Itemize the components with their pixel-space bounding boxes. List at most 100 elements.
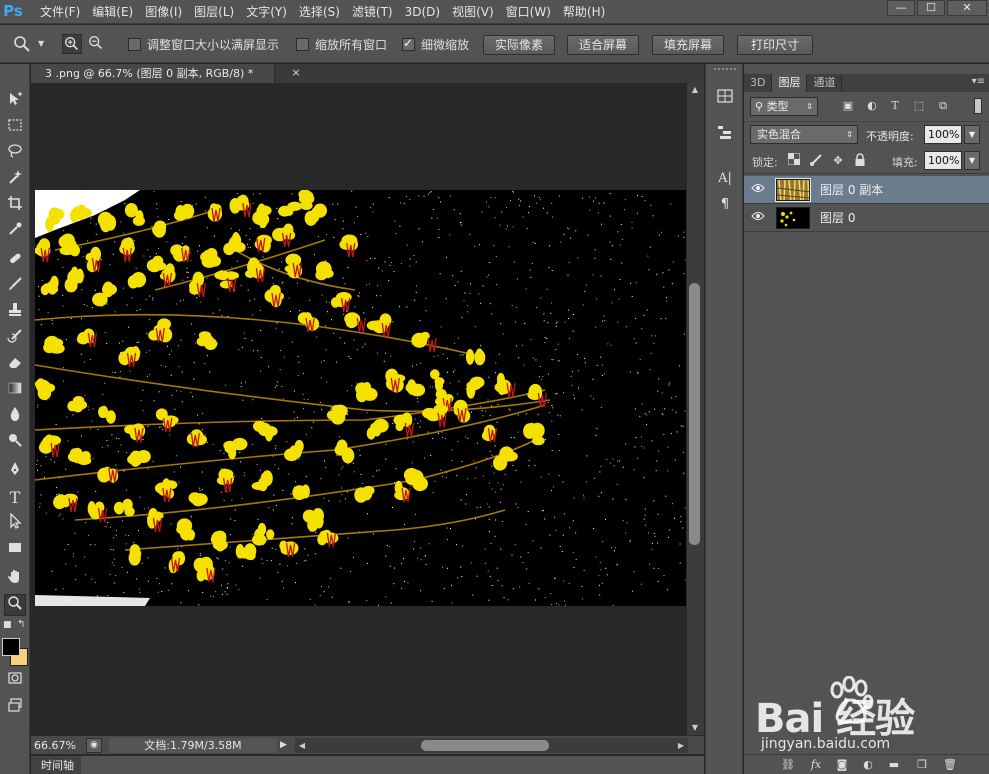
timeline-tab[interactable]: 时间轴 — [31, 756, 81, 774]
filter-adjustment-icon[interactable]: ◐ — [864, 98, 880, 114]
healing-brush-tool-icon[interactable] — [4, 250, 26, 272]
marquee-tool-icon[interactable] — [4, 117, 26, 139]
lock-image-pixels-icon[interactable] — [808, 153, 824, 169]
scroll-up-icon[interactable]: ▲ — [690, 85, 700, 95]
status-info-icon[interactable]: ◉ — [86, 738, 102, 753]
maximize-button[interactable]: ☐ — [917, 0, 945, 16]
eraser-tool-icon[interactable] — [4, 354, 26, 376]
preset-dropdown-arrow-icon[interactable]: ▼ — [38, 39, 44, 48]
new-layer-icon[interactable]: ❐ — [914, 757, 930, 773]
menu-type[interactable]: 文字(Y) — [240, 0, 293, 24]
scroll-down-icon[interactable]: ▼ — [690, 723, 700, 733]
filter-shape-icon[interactable]: ⬚ — [911, 98, 927, 114]
menu-view[interactable]: 视图(V) — [446, 0, 500, 24]
history-brush-tool-icon[interactable] — [4, 328, 26, 350]
blend-mode-select[interactable]: 实色混合 ⇕ — [750, 125, 858, 144]
layer-name[interactable]: 图层 0 — [820, 204, 855, 232]
path-selection-tool-icon[interactable] — [4, 512, 26, 535]
fill-input[interactable]: 100% — [924, 151, 962, 170]
visibility-eye-icon[interactable] — [750, 210, 766, 226]
crop-tool-icon[interactable] — [4, 195, 26, 217]
scrubby-zoom-option[interactable]: 细微缩放 — [402, 25, 469, 63]
opacity-input[interactable]: 100% — [924, 125, 962, 144]
link-icon[interactable]: ⛓ — [780, 757, 796, 773]
rectangle-tool-icon[interactable] — [4, 539, 26, 561]
default-colors-icon[interactable]: ■ — [3, 620, 12, 630]
history-panel-icon[interactable] — [714, 124, 736, 146]
blur-tool-icon[interactable] — [4, 406, 26, 428]
horizontal-scroll-thumb[interactable] — [421, 740, 549, 751]
tab-channels[interactable]: 通道 — [807, 74, 843, 92]
menu-file[interactable]: 文件(F) — [34, 0, 86, 24]
close-tab-icon[interactable]: × — [289, 66, 303, 80]
filter-type-layer-icon[interactable]: T — [887, 98, 903, 114]
trash-icon[interactable]: 🗑 — [942, 757, 958, 773]
scrubby-zoom-checkbox[interactable] — [402, 36, 415, 51]
type-tool-icon[interactable]: T — [4, 487, 26, 509]
menu-window[interactable]: 窗口(W) — [500, 0, 557, 24]
menu-layer[interactable]: 图层(L) — [188, 0, 240, 24]
lock-all-icon[interactable] — [852, 153, 868, 169]
gradient-tool-icon[interactable] — [4, 380, 26, 402]
adjustment-icon[interactable]: ◐ — [860, 757, 876, 773]
character-panel-icon[interactable]: A| — [714, 168, 736, 190]
layer-row-base[interactable]: 图层 0 — [744, 204, 989, 232]
status-menu-arrow-icon[interactable]: ▶ — [280, 738, 292, 753]
pen-tool-icon[interactable] — [4, 461, 26, 483]
zoom-all-option[interactable]: 缩放所有窗口 — [296, 25, 387, 63]
move-tool-icon[interactable] — [4, 91, 26, 113]
swap-colors-icon[interactable]: ↰ — [17, 619, 25, 630]
quick-mask-icon[interactable] — [4, 670, 26, 692]
filter-toggle-switch[interactable] — [974, 98, 982, 114]
horizontal-scrollbar[interactable]: ◀ ▶ — [295, 738, 688, 753]
magic-wand-tool-icon[interactable] — [4, 169, 26, 191]
eyedropper-tool-icon[interactable] — [4, 221, 26, 243]
layer-row-copy[interactable]: 图层 0 副本 — [744, 176, 989, 204]
scroll-left-icon[interactable]: ◀ — [297, 740, 307, 751]
fill-dropdown-icon[interactable]: ▼ — [964, 151, 980, 170]
mask-icon[interactable]: ◙ — [834, 757, 850, 773]
actual-pixels-button[interactable]: 实际像素 — [483, 35, 555, 55]
opacity-dropdown-icon[interactable]: ▼ — [964, 125, 980, 144]
group-icon[interactable]: ▬ — [886, 757, 902, 773]
canvas-area[interactable] — [31, 83, 687, 735]
vertical-scrollbar[interactable]: ▲ ▼ — [687, 83, 704, 735]
vertical-scroll-thumb[interactable] — [689, 283, 700, 545]
zoom-tool-preset-icon[interactable] — [12, 34, 32, 54]
menu-help[interactable]: 帮助(H) — [557, 0, 611, 24]
paragraph-panel-icon[interactable]: ¶ — [714, 194, 736, 216]
zoom-all-checkbox[interactable] — [296, 37, 309, 51]
resize-windows-checkbox[interactable] — [128, 37, 141, 51]
navigator-panel-icon[interactable] — [714, 88, 736, 110]
clone-stamp-tool-icon[interactable] — [4, 302, 26, 324]
panel-grip[interactable] — [714, 68, 736, 70]
menu-filter[interactable]: 滤镜(T) — [346, 0, 399, 24]
minimize-button[interactable]: — — [887, 0, 915, 16]
tab-layers[interactable]: 图层 — [772, 74, 808, 92]
document-image[interactable] — [35, 190, 686, 606]
fx-icon[interactable]: fx — [808, 757, 824, 773]
fill-screen-button[interactable]: 填充屏幕 — [652, 35, 724, 55]
zoom-out-icon[interactable] — [86, 34, 106, 54]
menu-image[interactable]: 图像(I) — [139, 0, 188, 24]
document-tab[interactable]: 3 .png @ 66.7% (图层 0 副本, RGB/8) * — [31, 64, 275, 83]
menu-3d[interactable]: 3D(D) — [399, 0, 446, 24]
filter-smart-object-icon[interactable]: ⧉ — [935, 98, 951, 114]
foreground-color-swatch[interactable] — [2, 638, 20, 656]
filter-type-select[interactable]: ⚲ 类型 ⇕ — [750, 97, 818, 116]
tab-3d[interactable]: 3D — [744, 74, 773, 92]
visibility-eye-icon[interactable] — [750, 182, 766, 198]
scroll-right-icon[interactable]: ▶ — [676, 740, 686, 751]
zoom-tool-icon[interactable] — [4, 594, 26, 616]
close-button[interactable]: ✕ — [947, 0, 987, 16]
hand-tool-icon[interactable] — [4, 568, 26, 590]
menu-select[interactable]: 选择(S) — [293, 0, 346, 24]
lasso-tool-icon[interactable] — [4, 143, 26, 165]
zoom-level-field[interactable]: 66.67% — [34, 738, 82, 753]
print-size-button[interactable]: 打印尺寸 — [737, 35, 813, 55]
filter-pixel-icon[interactable]: ▣ — [840, 98, 856, 114]
menu-edit[interactable]: 编辑(E) — [86, 0, 139, 24]
panel-menu-icon[interactable]: ▾≡ — [972, 76, 985, 87]
brush-tool-icon[interactable] — [4, 276, 26, 298]
resize-windows-option[interactable]: 调整窗口大小以满屏显示 — [128, 25, 279, 63]
